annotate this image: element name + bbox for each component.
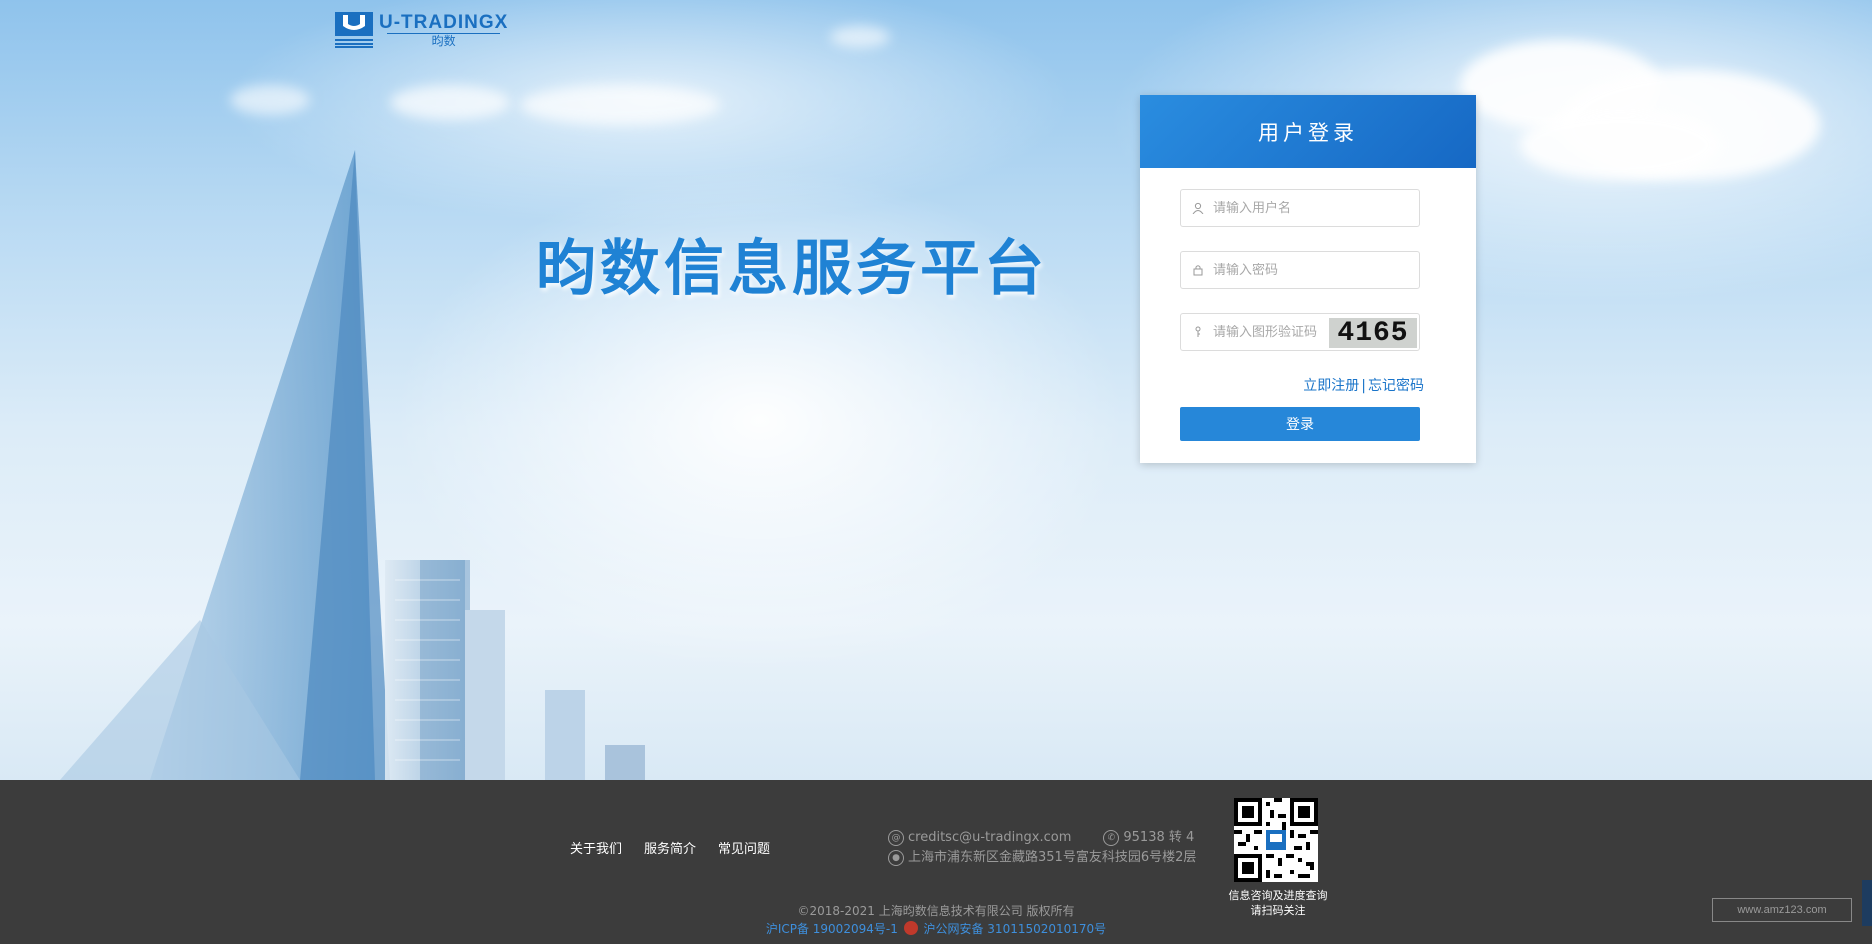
contact-phone: 95138 转 4 bbox=[1123, 830, 1195, 845]
footer-link-services[interactable]: 服务简介 bbox=[644, 838, 696, 857]
brand-logo[interactable]: U-TRADINGX 昀数 bbox=[335, 12, 508, 48]
login-title: 用户登录 bbox=[1140, 95, 1476, 168]
logo-text-cn: 昀数 bbox=[387, 32, 501, 48]
footer-link-faq[interactable]: 常见问题 bbox=[718, 838, 770, 857]
qr-code-image bbox=[1234, 798, 1318, 882]
username-field[interactable] bbox=[1180, 189, 1420, 227]
police-record-link[interactable]: 沪公网安备 31011502010170号 bbox=[923, 922, 1106, 936]
icp-link[interactable]: 沪ICP备 19002094号-1 bbox=[766, 922, 898, 936]
key-icon bbox=[1191, 325, 1205, 339]
password-input[interactable] bbox=[1213, 262, 1419, 278]
lock-icon bbox=[1191, 263, 1205, 277]
contact-info: @ creditsc@u-tradingx.com ✆ 95138 转 4 ● … bbox=[888, 828, 1196, 868]
contact-email: creditsc@u-tradingx.com bbox=[908, 830, 1072, 845]
hero-background bbox=[0, 0, 1872, 780]
footer-nav: 关于我们 服务简介 常见问题 bbox=[570, 838, 770, 857]
city-buildings-illustration bbox=[60, 150, 645, 780]
links-separator: | bbox=[1361, 378, 1366, 394]
auth-links: 立即注册 | 忘记密码 bbox=[1303, 375, 1424, 395]
icp-line: 沪ICP备 19002094号-1 沪公网安备 31011502010170号 bbox=[0, 920, 1872, 937]
platform-headline: 昀数信息服务平台 bbox=[536, 234, 1048, 304]
side-tab[interactable] bbox=[1862, 880, 1872, 926]
username-input[interactable] bbox=[1213, 200, 1419, 216]
footer: 关于我们 服务简介 常见问题 @ creditsc@u-tradingx.com… bbox=[0, 780, 1872, 944]
logo-text-en: U-TRADINGX bbox=[379, 11, 509, 33]
login-panel: 用户登录 4165 立即注册|忘记密码 登录 bbox=[1140, 95, 1476, 463]
qr-caption-line1: 信息咨询及进度查询 bbox=[1228, 889, 1328, 902]
email-icon: @ bbox=[888, 830, 904, 846]
register-link[interactable]: 立即注册 bbox=[1303, 378, 1359, 394]
captcha-image[interactable]: 4165 bbox=[1329, 318, 1417, 348]
login-button[interactable]: 登录 bbox=[1180, 407, 1420, 441]
contact-address: 上海市浦东新区金藏路351号富友科技园6号楼2层 bbox=[908, 850, 1197, 865]
phone-icon: ✆ bbox=[1103, 830, 1120, 846]
password-field[interactable] bbox=[1180, 251, 1420, 289]
footer-link-about[interactable]: 关于我们 bbox=[570, 838, 622, 857]
watermark: www.amz123.com bbox=[1712, 898, 1852, 922]
captcha-field[interactable]: 4165 bbox=[1180, 313, 1420, 351]
location-icon: ● bbox=[888, 850, 904, 866]
copyright-text: ©2018-2021 上海昀数信息技术有限公司 版权所有 bbox=[797, 904, 1075, 918]
user-icon bbox=[1191, 201, 1205, 215]
forgot-password-link[interactable]: 忘记密码 bbox=[1368, 378, 1424, 394]
police-badge-icon bbox=[903, 921, 918, 935]
logo-icon bbox=[335, 12, 373, 48]
